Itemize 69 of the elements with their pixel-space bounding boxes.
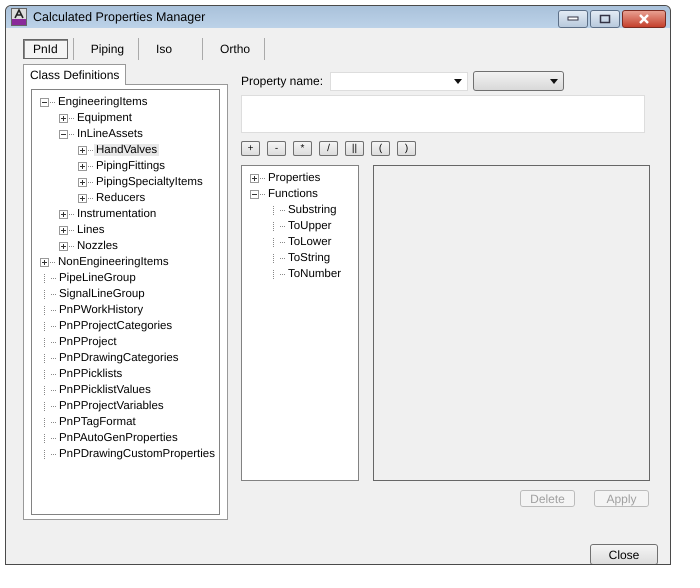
expander-icon[interactable]	[78, 162, 87, 170]
operator-button[interactable]: (	[371, 141, 390, 156]
tree-item[interactable]: Nozzles	[75, 240, 120, 252]
tab[interactable]: Piping	[82, 39, 134, 59]
tree-item[interactable]: InLineAssets	[75, 128, 145, 140]
tree-item[interactable]: Equipment	[75, 112, 134, 124]
tree-item[interactable]: Instrumentation	[75, 208, 158, 220]
minimize-icon	[567, 16, 579, 22]
operator-button[interactable]: /	[319, 141, 338, 156]
expander-icon[interactable]	[250, 190, 259, 198]
operator-button[interactable]: +	[241, 141, 260, 156]
expander-icon[interactable]	[78, 178, 87, 186]
tree-item[interactable]: Properties	[266, 172, 322, 184]
tree-item[interactable]: Lines	[75, 224, 106, 236]
panel-tab[interactable]: Class Definitions	[23, 64, 126, 85]
tree-item[interactable]: PnPDrawingCustomProperties	[57, 448, 217, 460]
tab[interactable]: PnId	[23, 39, 68, 59]
expression-field[interactable]	[241, 95, 645, 133]
tab[interactable]: Iso	[147, 39, 198, 59]
expander-icon[interactable]	[40, 258, 49, 266]
expander-icon[interactable]	[59, 210, 68, 218]
dropdown-arrow-icon	[550, 78, 558, 84]
close-icon	[638, 14, 650, 24]
expander-icon[interactable]	[250, 174, 259, 182]
tree-item[interactable]: PnPTagFormat	[57, 416, 138, 428]
tree-item[interactable]: PipeLineGroup	[57, 272, 138, 284]
tree-item[interactable]: PnPProjectCategories	[57, 320, 174, 332]
dropdown-arrow-icon	[454, 78, 462, 84]
operator-button[interactable]: -	[267, 141, 286, 156]
maximize-icon	[599, 14, 611, 24]
tree-item[interactable]: PnPAutoGenProperties	[57, 432, 180, 444]
operator-button[interactable]: *	[293, 141, 312, 156]
maximize-button[interactable]	[590, 10, 620, 28]
tree-item[interactable]: PnPPicklistValues	[57, 384, 153, 396]
tree-item[interactable]: PnPProject	[57, 336, 119, 348]
tree-item[interactable]: Reducers	[94, 192, 148, 204]
tree-item[interactable]: HandValves	[94, 144, 160, 156]
expander-icon[interactable]	[59, 226, 68, 234]
tree-item[interactable]: Substring	[286, 204, 339, 216]
app-icon	[11, 8, 27, 26]
tree-item[interactable]: PipingFittings	[94, 160, 168, 172]
tree-item[interactable]: NonEngineeringItems	[56, 256, 171, 268]
expander-icon[interactable]	[40, 98, 49, 106]
tree-item[interactable]: PipingSpecialtyItems	[94, 176, 205, 188]
window-title: Calculated Properties Manager	[33, 10, 206, 24]
close-dialog-button[interactable]: Close	[590, 544, 658, 564]
expander-icon[interactable]	[59, 242, 68, 250]
tree-item[interactable]: EngineeringItems	[56, 96, 150, 108]
tree-item[interactable]: ToUpper	[286, 220, 334, 232]
tree-item[interactable]: ToLower	[286, 236, 334, 248]
tree-item[interactable]: PnPProjectVariables	[57, 400, 166, 412]
expander-icon[interactable]	[78, 146, 87, 154]
expander-icon[interactable]	[59, 114, 68, 122]
tree-item[interactable]: Functions	[266, 188, 320, 200]
expander-icon[interactable]	[78, 194, 87, 202]
operator-button[interactable]: ||	[345, 141, 364, 156]
tree-item[interactable]: PnPWorkHistory	[57, 304, 146, 316]
property-name-label: Property name:	[241, 74, 324, 88]
tree-item[interactable]: PnPDrawingCategories	[57, 352, 181, 364]
tab[interactable]: Ortho	[211, 39, 260, 59]
operator-button[interactable]: )	[397, 141, 416, 156]
tree-item[interactable]: ToNumber	[286, 268, 344, 280]
close-button[interactable]	[622, 10, 666, 28]
expander-icon[interactable]	[59, 130, 68, 138]
tree-item[interactable]: PnPPicklists	[57, 368, 124, 380]
type-dropdown[interactable]	[473, 71, 564, 91]
tree-item[interactable]: ToString	[286, 252, 332, 264]
tree-item[interactable]: SignalLineGroup	[57, 288, 147, 300]
minimize-button[interactable]	[558, 10, 588, 28]
